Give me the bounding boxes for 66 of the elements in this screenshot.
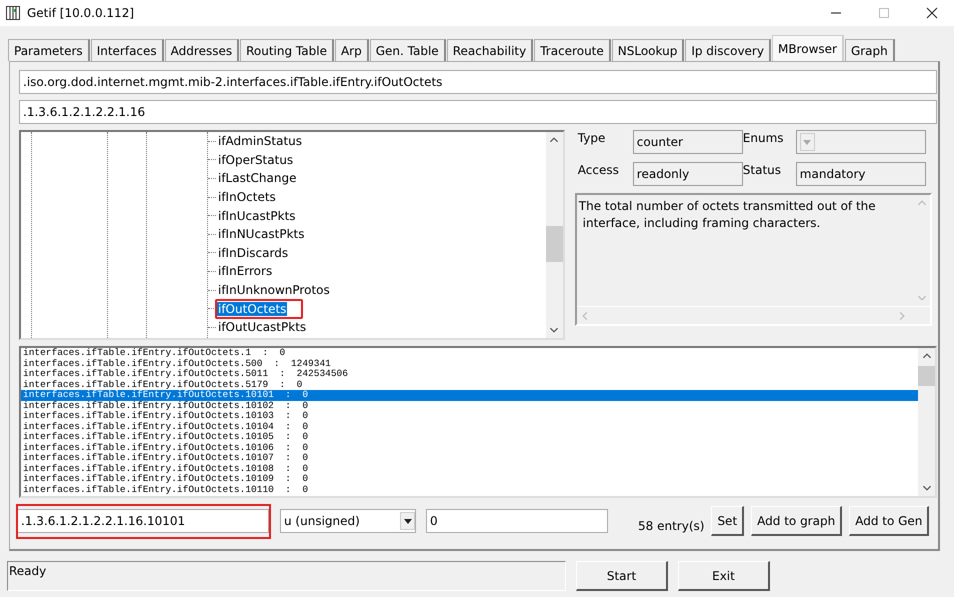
tab[interactable]: Addresses (164, 39, 240, 61)
tree-item[interactable]: ifInUcastPkts (217, 208, 297, 223)
oid-name-field[interactable]: .iso.org.dod.internet.mgmt.mib-2.interfaces.ifTable.ifEntry.ifOutOctets (19, 70, 937, 94)
action-button[interactable]: Start (576, 561, 668, 591)
tab[interactable]: MBrowser (772, 35, 844, 61)
tree-item[interactable]: ifInDiscards (217, 246, 290, 260)
tree-item[interactable]: ifOperStatus (217, 152, 294, 167)
tree-item[interactable]: ifOutOctets (217, 302, 288, 316)
tab[interactable]: NSLookup (612, 39, 684, 61)
dropdown-arrow-icon (803, 140, 812, 144)
result-row[interactable]: interfaces.ifTable.ifEntry.ifOutOctets.1 : 0 (21, 348, 918, 358)
action-button[interactable]: Set (711, 506, 744, 536)
result-row[interactable]: interfaces.ifTable.ifEntry.ifOutOctets.10103 : 0 (21, 411, 918, 422)
app-icon (6, 6, 20, 20)
result-row[interactable]: interfaces.ifTable.ifEntry.ifOutOctets.10101 : 0 (21, 390, 918, 400)
action-button[interactable]: Exit (678, 561, 770, 591)
result-row[interactable]: interfaces.ifTable.ifEntry.ifOutOctets.10102 : 0 (21, 400, 918, 411)
tree-item[interactable]: ifInUnknownProtos (217, 283, 331, 298)
tab[interactable]: Ip discovery (685, 39, 771, 61)
result-row[interactable]: interfaces.ifTable.ifEntry.ifOutOctets.10104 : 0 (21, 422, 918, 432)
oid-number-field[interactable]: .1.3.6.1.2.1.2.2.1.16 (19, 100, 937, 124)
window-title: Getif [10.0.0.112] (27, 6, 134, 20)
action-button[interactable]: Add to graph (751, 506, 842, 536)
tab[interactable]: Routing Table (240, 39, 334, 61)
result-row[interactable]: interfaces.ifTable.ifEntry.ifOutOctets.10108 : 0 (21, 464, 918, 474)
status-field: mandatory (796, 162, 926, 186)
tab[interactable]: Arp (334, 39, 369, 61)
tab[interactable]: Parameters (8, 39, 90, 61)
result-row[interactable]: interfaces.ifTable.ifEntry.ifOutOctets.500 : 1249341 (21, 358, 918, 369)
scroll-thumb[interactable] (918, 366, 935, 386)
type-label: Type (578, 130, 606, 145)
result-row[interactable]: interfaces.ifTable.ifEntry.ifOutOctets.10107 : 0 (21, 453, 918, 464)
access-field: readonly (632, 162, 743, 186)
oid-input-field[interactable]: .1.3.6.1.2.1.2.2.1.16.10101 (18, 508, 269, 532)
tab[interactable]: Traceroute (534, 39, 611, 61)
action-button[interactable]: Add to Gen (849, 506, 930, 536)
tree-item[interactable]: ifOutUcastPkts (217, 320, 308, 334)
tree-item[interactable]: ifLastChange (217, 171, 298, 186)
status-label: Status (742, 162, 782, 177)
type-field: counter (632, 130, 743, 154)
result-row[interactable]: interfaces.ifTable.ifEntry.ifOutOctets.10106 : 0 (21, 442, 918, 453)
value-input-field[interactable]: 0 (426, 509, 608, 533)
status-bar: Ready (7, 561, 566, 591)
access-label: Access (578, 162, 620, 177)
tab[interactable]: Graph (844, 39, 895, 61)
vertical-scrollbar[interactable] (918, 348, 935, 496)
result-row[interactable]: interfaces.ifTable.ifEntry.ifOutOctets.10105 : 0 (21, 432, 918, 442)
tree-item[interactable]: ifInErrors (217, 264, 274, 278)
scroll-thumb[interactable] (546, 226, 563, 262)
close-icon[interactable] (926, 7, 938, 19)
result-row[interactable]: interfaces.ifTable.ifEntry.ifOutOctets.5011 : 242534506 (21, 369, 918, 380)
result-row[interactable]: interfaces.ifTable.ifEntry.ifOutOctets.10109 : 0 (21, 474, 918, 484)
tree-item[interactable]: ifInOctets (217, 190, 277, 204)
description-text: The total number of octets transmitted out of the interface, including framing characters. (578, 198, 877, 232)
tree-item[interactable]: ifAdminStatus (217, 134, 304, 148)
tree-item[interactable]: ifInNUcastPkts (217, 227, 306, 242)
vertical-scrollbar[interactable] (546, 132, 563, 338)
dropdown-arrow-icon (404, 518, 412, 524)
result-row[interactable]: interfaces.ifTable.ifEntry.ifOutOctets.5179 : 0 (21, 380, 918, 390)
result-row[interactable]: interfaces.ifTable.ifEntry.ifOutOctets.10110 : 0 (21, 484, 918, 495)
tab[interactable]: Interfaces (90, 39, 164, 61)
enums-label: Enums (742, 130, 785, 145)
tab[interactable]: Gen. Table (370, 39, 446, 61)
tab[interactable]: Reachability (446, 39, 534, 61)
entry-count: 58 entry(s) (638, 519, 704, 533)
value-type-dropdown[interactable]: u (unsigned) (280, 509, 416, 533)
